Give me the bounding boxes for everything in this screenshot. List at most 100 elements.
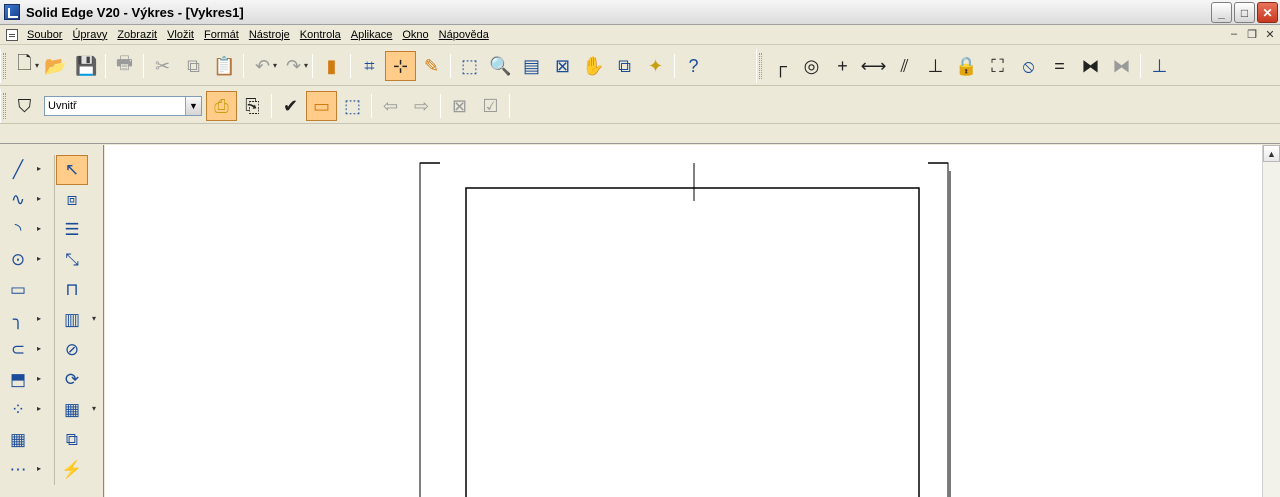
sheet-setup-icon[interactable]: ▤	[516, 51, 547, 81]
select-inside-layer-icon[interactable]: ⎙	[206, 91, 237, 121]
doc-restore-button[interactable]: ❐	[1246, 28, 1258, 41]
curve-tool-icon[interactable]: ∿	[2, 185, 41, 215]
menu-upravy[interactable]: Úpravy	[67, 29, 112, 41]
separator	[1140, 54, 1141, 78]
sheet-tabs-icon[interactable]: ⧉	[609, 51, 640, 81]
rigid-set-icon[interactable]: ⛶	[982, 51, 1013, 81]
concentric-relation-icon[interactable]: ◎	[796, 51, 827, 81]
accept-select-icon[interactable]: ✔	[275, 91, 306, 121]
intellisketch-icon[interactable]: ⌗	[354, 51, 385, 81]
drawing-view-icon[interactable]: ⧈	[56, 185, 88, 215]
relationships-toolbar: ┌ ◎ + ⟷ ⫽ ⊥ 🔒 ⛶ ⦸ = ⧓ ⧓ ⊥	[756, 49, 1175, 83]
menu-zobrazit[interactable]: Zobrazit	[112, 29, 162, 41]
open-folder-icon[interactable]: 📂	[40, 51, 71, 81]
circle-cut-icon[interactable]: ⊘	[56, 335, 88, 365]
trim-tool-icon[interactable]: ⬒	[2, 365, 41, 395]
separator	[509, 94, 510, 118]
drawing-canvas[interactable]	[105, 145, 1262, 497]
detail-view-icon[interactable]: ⧉	[56, 425, 88, 455]
paste-icon[interactable]: 📋	[209, 51, 240, 81]
maximize-button[interactable]: □	[1234, 2, 1255, 23]
lock-relation-icon[interactable]: 🔒	[951, 51, 982, 81]
toolbar-grip[interactable]	[3, 93, 6, 119]
rectangle-fence-icon[interactable]: ▭	[306, 91, 337, 121]
title-bar: Solid Edge V20 - Výkres - [Vykres1] _ □ …	[0, 0, 1280, 25]
symmetry-axis-icon[interactable]: ⧓	[1106, 51, 1137, 81]
separator	[143, 54, 144, 78]
fill-tool-icon[interactable]: ▦	[2, 425, 34, 455]
save-icon[interactable]: 💾	[71, 51, 102, 81]
vertical-scrollbar[interactable]: ▲	[1262, 145, 1280, 497]
doc-minimize-button[interactable]: –	[1228, 28, 1240, 41]
next-arrow-icon[interactable]: ⇨	[406, 91, 437, 121]
document-menu-icon[interactable]	[6, 28, 18, 41]
toolbar-grip[interactable]	[3, 53, 6, 79]
zoom-area-icon[interactable]: ⬚	[454, 51, 485, 81]
pattern-tool-icon[interactable]: ⁘	[2, 395, 41, 425]
tangent-relation-icon[interactable]: ⦸	[1013, 51, 1044, 81]
new-file-icon[interactable]: 🗋	[9, 51, 40, 81]
edit-sketch-icon[interactable]: ✎	[416, 51, 447, 81]
more-tools-icon[interactable]: ⋯	[2, 455, 42, 485]
whats-this-help-icon[interactable]: ?	[678, 51, 709, 81]
collinear-relation-icon[interactable]: ⟷	[858, 51, 889, 81]
menu-vlozit[interactable]: Vložit	[162, 29, 199, 41]
undo-icon[interactable]: ↶	[247, 51, 278, 81]
solid-edge-app-icon[interactable]	[4, 4, 20, 20]
menu-nastroje[interactable]: Nástroje	[244, 29, 295, 41]
fit-icon[interactable]: ⊠	[547, 51, 578, 81]
menu-bar: Soubor Úpravy Zobrazit Vložit Formát Nás…	[0, 25, 1280, 45]
symmetric-relation-icon[interactable]: ⧓	[1075, 51, 1106, 81]
copy-icon[interactable]: ⧉	[178, 51, 209, 81]
rectangle-tool-icon[interactable]: ▭	[2, 275, 34, 305]
menu-format[interactable]: Formát	[199, 29, 244, 41]
update-view-icon[interactable]: ⟳	[56, 365, 88, 395]
menu-napoveda[interactable]: Nápověda	[434, 29, 494, 41]
menu-soubor[interactable]: Soubor	[22, 29, 67, 41]
polygon-fence-icon[interactable]: ⬚	[337, 91, 368, 121]
main-toolbar-row: 🗋 📂 💾 🖶 ✂ ⧉ 📋 ↶ ↷ ▮ ⌗ ⊹ ✎ ⬚ 🔍 ▤ ⊠ ✋ ⧉ ✦ …	[0, 46, 1280, 86]
cut-icon[interactable]: ✂	[147, 51, 178, 81]
hatch-tool-icon[interactable]: ▥	[56, 305, 96, 335]
parallel-relation-icon[interactable]: ⫽	[889, 51, 920, 81]
close-button[interactable]: ✕	[1257, 2, 1278, 23]
cancel-icon[interactable]: ⊠	[444, 91, 475, 121]
equal-relation-icon[interactable]: =	[1044, 51, 1075, 81]
menu-kontrola[interactable]: Kontrola	[295, 29, 346, 41]
parts-list-icon[interactable]: ☰	[56, 215, 88, 245]
circle-tool-icon[interactable]: ⊙	[2, 245, 41, 275]
connect-relation-icon[interactable]: ┌	[765, 51, 796, 81]
section-view-icon[interactable]: ⊓	[56, 275, 88, 305]
relationship-handles-icon[interactable]: ⊥	[1144, 51, 1175, 81]
select-tool-icon[interactable]: ↖	[56, 155, 88, 185]
selection-mode-select[interactable]: Uvnitř ▼	[44, 96, 202, 116]
select-top-layer-icon[interactable]: ⎘	[237, 91, 268, 121]
print-icon[interactable]: 🖶	[109, 51, 140, 81]
weld-symbol-icon[interactable]: ⚡	[56, 455, 88, 485]
minimize-button[interactable]: _	[1211, 2, 1232, 23]
toolbar-grip[interactable]	[759, 53, 762, 79]
magic-wand-icon[interactable]: ✦	[640, 51, 671, 81]
perpendicular-relation-icon[interactable]: ⊥	[920, 51, 951, 81]
separator	[450, 54, 451, 78]
offset-tool-icon[interactable]: ⊂	[2, 335, 41, 365]
zoom-icon[interactable]: 🔍	[485, 51, 516, 81]
properties-icon[interactable]: ▮	[316, 51, 347, 81]
redo-icon[interactable]: ↷	[278, 51, 309, 81]
dimension-tool-icon[interactable]: ⤡	[56, 245, 88, 275]
pan-icon[interactable]: ✋	[578, 51, 609, 81]
doc-close-button[interactable]: ✕	[1264, 28, 1276, 41]
accept-icon[interactable]: ☑	[475, 91, 506, 121]
scroll-up-icon[interactable]: ▲	[1263, 145, 1280, 162]
line-tool-icon[interactable]: ╱	[2, 155, 41, 185]
select-filter-icon[interactable]: ⛉	[9, 91, 40, 121]
previous-arrow-icon[interactable]: ⇦	[375, 91, 406, 121]
point-snap-icon[interactable]: ⊹	[385, 51, 416, 81]
horizontal-vertical-relation-icon[interactable]: +	[827, 51, 858, 81]
menu-aplikace[interactable]: Aplikace	[346, 29, 398, 41]
chevron-down-icon[interactable]: ▼	[185, 97, 201, 115]
fillet-tool-icon[interactable]: ╮	[2, 305, 41, 335]
table-tool-icon[interactable]: ▦	[56, 395, 96, 425]
menu-okno[interactable]: Okno	[397, 29, 433, 41]
arc-tool-icon[interactable]: ◝	[2, 215, 41, 245]
